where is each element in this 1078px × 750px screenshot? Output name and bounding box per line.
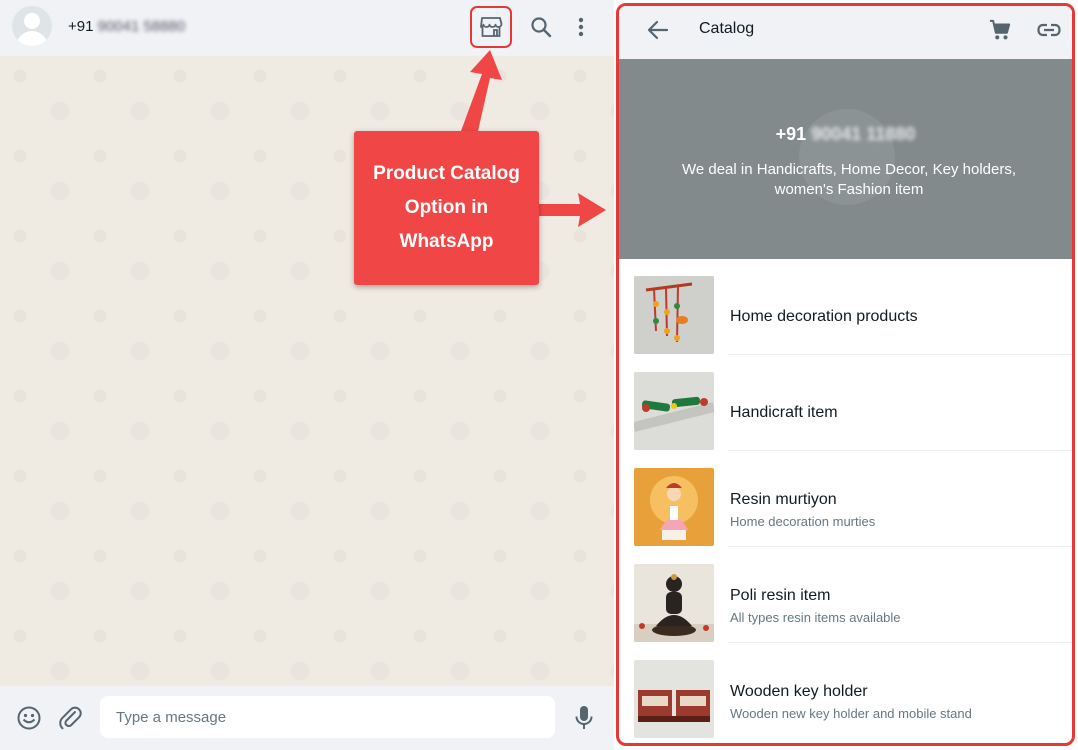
mic-icon	[575, 706, 593, 729]
callout-line: Option in	[404, 197, 489, 218]
catalog-button[interactable]	[470, 6, 512, 48]
catalog-item[interactable]: Home decoration products	[619, 259, 1072, 355]
business-description: We deal in Handicrafts, Home Decor, Key …	[681, 161, 1017, 198]
emoji-button[interactable]	[16, 705, 42, 736]
search-icon	[531, 17, 552, 38]
cart-icon	[989, 19, 1011, 40]
business-name: +91 90041 11880	[619, 124, 1072, 145]
item-title: Handicraft item	[730, 404, 838, 421]
product-thumbnail	[634, 468, 714, 546]
callout-line: Product Catalog	[373, 163, 520, 184]
contact-number-redacted: 90041 58880	[97, 18, 186, 35]
business-number-redacted: 90041 11880	[811, 124, 916, 144]
business-prefix: +91	[775, 124, 807, 144]
catalog-item[interactable]: Resin murtiyon Home decoration murties	[619, 451, 1072, 547]
item-title: Wooden key holder	[730, 683, 868, 700]
mic-button[interactable]	[574, 705, 594, 736]
catalog-item[interactable]: Handicraft item	[619, 355, 1072, 451]
menu-icon	[578, 17, 584, 37]
contact-prefix: +91	[68, 18, 94, 35]
product-thumbnail	[634, 372, 714, 450]
catalog-panel: Catalog +91 90041 11880 We deal in Handi…	[616, 3, 1075, 746]
back-icon	[647, 20, 669, 40]
callout-line: WhatsApp	[399, 231, 494, 252]
back-button[interactable]	[647, 20, 669, 45]
product-thumbnail	[634, 660, 714, 738]
item-subtitle: Home decoration murties	[730, 514, 876, 529]
product-thumbnail	[634, 564, 714, 642]
callout-box: Product Catalog Option in WhatsApp	[354, 131, 539, 285]
avatar[interactable]	[12, 6, 52, 46]
catalog-item[interactable]: Poli resin item All types resin items av…	[619, 547, 1072, 643]
search-button[interactable]	[528, 14, 554, 40]
catalog-item[interactable]: Wooden key holder Wooden new key holder …	[619, 643, 1072, 739]
catalog-header: Catalog	[619, 6, 1072, 59]
business-banner: +91 90041 11880 We deal in Handicrafts, …	[619, 59, 1072, 259]
item-title: Home decoration products	[730, 308, 918, 325]
chat-header: +91 90041 58880	[0, 0, 614, 56]
item-subtitle: Wooden new key holder and mobile stand	[730, 706, 972, 721]
item-title: Resin murtiyon	[730, 491, 837, 508]
composer	[0, 686, 614, 750]
product-thumbnail	[634, 276, 714, 354]
message-input[interactable]	[100, 696, 555, 738]
contact-name[interactable]: +91 90041 58880	[68, 18, 185, 35]
store-icon	[480, 17, 503, 37]
chat-pane: +91 90041 58880	[0, 0, 614, 750]
share-link-button[interactable]	[1037, 22, 1061, 43]
attach-button[interactable]	[58, 705, 82, 736]
item-title: Poli resin item	[730, 587, 831, 604]
emoji-icon	[17, 706, 41, 730]
item-subtitle: All types resin items available	[730, 610, 901, 625]
cart-button[interactable]	[989, 19, 1011, 46]
menu-button[interactable]	[568, 14, 594, 40]
attach-icon	[59, 706, 82, 730]
catalog-title: Catalog	[699, 20, 755, 37]
link-icon	[1037, 23, 1061, 37]
